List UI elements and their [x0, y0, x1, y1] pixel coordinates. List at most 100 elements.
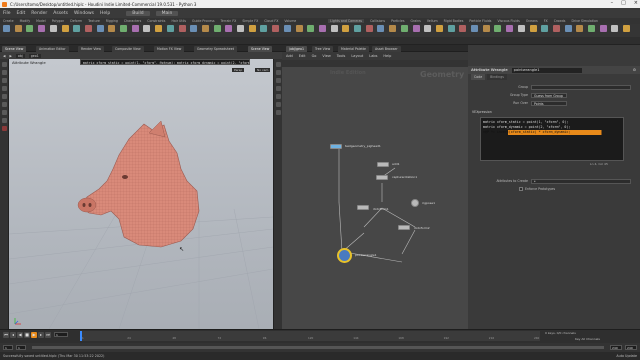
shelf-tool-icon[interactable]	[272, 25, 280, 32]
shelf-tool-icon[interactable]	[237, 25, 244, 32]
step-back-icon[interactable]: ◂	[10, 332, 16, 338]
view-tool-icon[interactable]	[2, 110, 7, 115]
run-over-dropdown[interactable]: Points	[531, 100, 567, 106]
shelf-tool-icon[interactable]	[354, 25, 361, 32]
scale-tool-icon[interactable]	[2, 86, 7, 91]
shelf-tab[interactable]: Volume	[284, 19, 296, 23]
shelf-tool-icon[interactable]	[400, 25, 408, 32]
shelf-tool-icon[interactable]	[552, 25, 560, 32]
shelf-tab[interactable]: Particle Fluids	[469, 19, 491, 23]
minimize-icon[interactable]: –	[611, 0, 614, 6]
shelf-tool-icon[interactable]	[459, 25, 467, 32]
shelf-tool-icon[interactable]	[73, 25, 81, 32]
start-frame-field-2[interactable]: 1	[16, 345, 26, 350]
camera-select-menu[interactable]: No cam	[255, 68, 271, 72]
shelf-tab[interactable]: Texture	[88, 19, 100, 23]
shelf-tool-icon[interactable]	[143, 25, 151, 32]
handle-tool-icon[interactable]	[2, 94, 7, 99]
shelf-tab[interactable]: Viscous Fluids	[497, 19, 519, 23]
shelf-tool-icon[interactable]	[178, 25, 186, 32]
shelf-tool-icon[interactable]	[201, 25, 209, 32]
shelf-tool-icon[interactable]	[564, 25, 572, 32]
node-name-field[interactable]: pointwrangle1	[511, 67, 582, 73]
stop-icon[interactable]: ■	[24, 332, 30, 338]
shelf-tab[interactable]: Characters	[124, 19, 141, 23]
grid-icon[interactable]	[276, 94, 281, 99]
magnet-tool-icon[interactable]	[2, 126, 7, 131]
snapshot-icon[interactable]	[276, 110, 281, 115]
shelf-tool-icon[interactable]	[49, 25, 57, 32]
shelf-tool-icon[interactable]	[342, 25, 350, 32]
shelf-tool-icon[interactable]	[190, 25, 198, 32]
shelf-tool-icon[interactable]	[506, 25, 514, 32]
shelf-tool-icon[interactable]	[529, 25, 537, 32]
node-rbdxform1[interactable]	[357, 205, 369, 210]
enforce-checkbox[interactable]	[519, 187, 523, 191]
shelf-tab[interactable]: Collisions	[370, 19, 385, 23]
shelf-tab[interactable]: Deform	[70, 19, 82, 23]
play-reverse-icon[interactable]: ◀	[17, 332, 23, 338]
shelf-tab[interactable]: Oceans	[526, 19, 538, 23]
current-frame-field[interactable]: 1	[54, 332, 68, 337]
shelf-tool-icon[interactable]	[435, 25, 443, 32]
camera-icon[interactable]	[276, 102, 281, 107]
shelf-tool-icon[interactable]	[447, 25, 455, 32]
shelf-tab[interactable]: Rigid Bodies	[444, 19, 464, 23]
shelf-tab[interactable]: Hair Utils	[171, 19, 186, 23]
node-testgeometry[interactable]	[330, 144, 342, 149]
shelf-tab[interactable]: Constraints	[147, 19, 165, 23]
shelf-tab[interactable]: Cloud FX	[264, 19, 278, 23]
view-selector[interactable]: Main	[155, 10, 179, 16]
end-frame-field[interactable]: 240	[610, 345, 622, 350]
shelf-tool-icon[interactable]	[26, 25, 34, 32]
obj-path[interactable]: obj	[15, 53, 25, 58]
tab-bindings[interactable]: Bindings	[487, 74, 507, 80]
snap-tool-icon[interactable]	[2, 118, 7, 123]
node-pointwrangle[interactable]	[337, 248, 352, 263]
shelf-tool-icon[interactable]	[96, 25, 104, 32]
node-rbdxform2[interactable]	[398, 225, 410, 230]
shelf-tab[interactable]: Guide Process	[192, 19, 214, 23]
step-forward-icon[interactable]: ▸	[38, 332, 44, 338]
shelf-tab[interactable]: FX	[544, 19, 548, 23]
shelf-tool-icon[interactable]	[412, 25, 420, 32]
shelf-tool-icon[interactable]	[588, 25, 595, 32]
forward-arrow-icon[interactable]: ▶	[9, 54, 11, 58]
shelf-tool-icon[interactable]	[213, 25, 221, 32]
auto-update-menu[interactable]: Auto Update	[616, 352, 637, 360]
shelf-tool-icon[interactable]	[623, 25, 631, 32]
end-frame-field-2[interactable]: 240	[625, 345, 637, 350]
shelf-tab[interactable]: Polygon	[52, 19, 65, 23]
maximize-icon[interactable]: □	[621, 0, 626, 6]
group-field[interactable]	[531, 84, 631, 90]
shelf-tool-icon[interactable]	[599, 25, 607, 32]
shelf-tool-icon[interactable]	[365, 25, 373, 32]
shelf-tool-icon[interactable]	[295, 25, 303, 32]
camera-persp-menu[interactable]: Persp	[232, 68, 245, 72]
gear-icon[interactable]: ⚙	[633, 68, 636, 72]
menu-help[interactable]: Help	[100, 11, 110, 16]
vex-code-editor[interactable]: matrix xform_static = point(1, "xform", …	[480, 117, 624, 161]
shelf-tab[interactable]: Model	[36, 19, 46, 23]
shelf-tool-icon[interactable]	[517, 25, 525, 32]
key-all-channels-button[interactable]: Key All Channels	[575, 337, 600, 341]
shelf-tool-icon[interactable]	[120, 25, 127, 32]
shelf-tool-icon[interactable]	[318, 25, 326, 32]
shelf-tool-icon[interactable]	[283, 25, 291, 32]
shelf-tool-icon[interactable]	[131, 25, 139, 32]
node-capturerotation[interactable]	[376, 175, 388, 180]
shading-icon[interactable]	[276, 70, 281, 75]
shelf-tool-icon[interactable]	[482, 25, 490, 32]
menu-file[interactable]: File	[3, 11, 11, 16]
shelf-tab[interactable]: Terrain FX	[221, 19, 237, 23]
display-option-icon[interactable]	[276, 62, 281, 67]
start-frame-field[interactable]: 1	[3, 345, 13, 350]
shelf-tool-icon[interactable]	[108, 25, 116, 32]
shelf-tab[interactable]: Particles	[391, 19, 404, 23]
shelf-tool-icon[interactable]	[307, 25, 315, 32]
select-tool-icon[interactable]	[2, 62, 7, 67]
shelf-tool-icon[interactable]	[155, 25, 163, 32]
shelf-tool-icon[interactable]	[225, 25, 233, 32]
shelf-tool-icon[interactable]	[14, 25, 22, 32]
shelf-tool-icon[interactable]	[494, 25, 502, 32]
